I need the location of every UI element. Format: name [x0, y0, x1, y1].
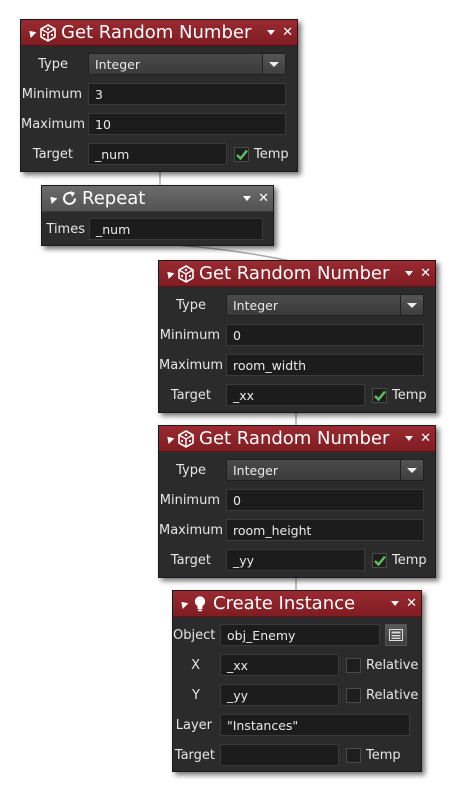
type-select[interactable]: Integer: [88, 53, 286, 75]
get-random-number-block-3[interactable]: Get Random Number ✕ Type Integer Minimum…: [158, 425, 436, 578]
block-header[interactable]: Get Random Number ✕: [159, 426, 435, 452]
temp-checkbox[interactable]: [372, 552, 387, 568]
temp-label: Temp: [392, 552, 427, 568]
maximum-label: Maximum: [159, 357, 224, 373]
target-label: Target: [170, 552, 211, 568]
block-title: Get Random Number: [61, 22, 252, 43]
chevron-down-icon[interactable]: [262, 54, 285, 74]
temp-toggle[interactable]: Temp: [372, 387, 427, 403]
repeat-icon: [60, 190, 78, 208]
type-label: Type: [38, 56, 68, 72]
y-relative-toggle[interactable]: Relative: [346, 687, 419, 703]
y-label: Y: [192, 687, 200, 703]
temp-label: Temp: [366, 747, 401, 763]
dropdown-menu-icon[interactable]: [267, 30, 276, 35]
target-label: Target: [174, 747, 215, 763]
type-label: Type: [176, 462, 206, 478]
type-select-value: Integer: [233, 297, 278, 313]
temp-checkbox[interactable]: [372, 387, 387, 403]
y-relative-checkbox[interactable]: [346, 687, 361, 703]
temp-toggle[interactable]: Temp: [346, 747, 401, 763]
maximum-label: Maximum: [159, 522, 224, 538]
dropdown-menu-icon[interactable]: [243, 196, 252, 201]
create-instance-block[interactable]: Create Instance ✕ Object obj_Enemy X _xx…: [172, 590, 422, 772]
dropdown-menu-icon[interactable]: [405, 271, 414, 276]
collapse-triangle-icon[interactable]: [164, 268, 175, 279]
temp-label: Temp: [392, 387, 427, 403]
target-field[interactable]: _num: [88, 143, 227, 165]
target-field[interactable]: _xx: [226, 384, 365, 406]
block-header[interactable]: Create Instance ✕: [173, 591, 421, 617]
dice-icon: [177, 264, 195, 283]
checkmark-icon: [373, 390, 386, 401]
target-label: Target: [170, 387, 211, 403]
type-select-value: Integer: [233, 462, 278, 478]
y-field[interactable]: _yy: [220, 684, 339, 706]
minimum-field[interactable]: 0: [226, 489, 424, 511]
collapse-triangle-icon[interactable]: [164, 433, 175, 444]
layer-label: Layer: [175, 717, 212, 733]
collapse-triangle-icon[interactable]: [178, 598, 189, 609]
minimum-field[interactable]: 3: [88, 83, 286, 105]
x-relative-toggle[interactable]: Relative: [346, 657, 419, 673]
dropdown-menu-icon[interactable]: [405, 436, 414, 441]
type-select[interactable]: Integer: [226, 459, 424, 481]
checkmark-icon: [373, 555, 386, 566]
maximum-field[interactable]: 10: [88, 113, 286, 135]
minimum-label: Minimum: [159, 327, 220, 343]
maximum-label: Maximum: [21, 116, 86, 132]
layer-field[interactable]: "Instances": [220, 714, 410, 736]
block-title: Get Random Number: [199, 428, 390, 449]
close-icon[interactable]: ✕: [420, 267, 431, 280]
block-header[interactable]: Get Random Number ✕: [159, 261, 435, 287]
block-header[interactable]: Get Random Number ✕: [21, 20, 297, 46]
temp-toggle[interactable]: Temp: [372, 552, 427, 568]
x-relative-label: Relative: [366, 657, 419, 673]
lightbulb-icon: [191, 595, 209, 613]
dice-icon: [39, 23, 57, 42]
type-select-value: Integer: [95, 56, 140, 72]
close-icon[interactable]: ✕: [406, 597, 417, 610]
target-label: Target: [32, 146, 73, 162]
repeat-block[interactable]: Repeat ✕ Times _num: [41, 185, 274, 246]
object-label: Object: [173, 627, 216, 643]
chevron-down-icon[interactable]: [400, 460, 423, 480]
checkmark-icon: [235, 149, 248, 160]
type-select[interactable]: Integer: [226, 294, 424, 316]
minimum-label: Minimum: [159, 492, 220, 508]
close-icon[interactable]: ✕: [282, 26, 293, 39]
object-field[interactable]: obj_Enemy: [220, 624, 380, 646]
chevron-down-icon[interactable]: [400, 295, 423, 315]
collapse-triangle-icon[interactable]: [47, 193, 58, 204]
block-title: Repeat: [82, 188, 146, 209]
minimum-field[interactable]: 0: [226, 324, 424, 346]
object-picker-icon[interactable]: [385, 624, 407, 646]
temp-label: Temp: [254, 146, 289, 162]
temp-toggle[interactable]: Temp: [234, 146, 289, 162]
dropdown-menu-icon[interactable]: [391, 601, 400, 606]
temp-checkbox[interactable]: [234, 146, 249, 162]
get-random-number-block-1[interactable]: Get Random Number ✕ Type Integer Minimum…: [20, 19, 298, 172]
block-header[interactable]: Repeat ✕: [42, 186, 273, 212]
minimum-label: Minimum: [21, 86, 82, 102]
block-title: Create Instance: [213, 593, 356, 614]
times-label: Times: [46, 221, 85, 237]
close-icon[interactable]: ✕: [258, 192, 269, 205]
y-relative-label: Relative: [366, 687, 419, 703]
temp-checkbox[interactable]: [346, 747, 361, 763]
type-label: Type: [176, 297, 206, 313]
maximum-field[interactable]: room_width: [226, 354, 424, 376]
dice-icon: [177, 429, 195, 448]
x-relative-checkbox[interactable]: [346, 657, 361, 673]
block-title: Get Random Number: [199, 263, 390, 284]
collapse-triangle-icon[interactable]: [26, 27, 37, 38]
target-field[interactable]: [220, 744, 339, 766]
target-field[interactable]: _yy: [226, 549, 365, 571]
maximum-field[interactable]: room_height: [226, 519, 424, 541]
times-field[interactable]: _num: [89, 218, 263, 240]
x-field[interactable]: _xx: [220, 654, 339, 676]
get-random-number-block-2[interactable]: Get Random Number ✕ Type Integer Minimum…: [158, 260, 436, 413]
x-label: X: [191, 657, 200, 673]
close-icon[interactable]: ✕: [420, 432, 431, 445]
